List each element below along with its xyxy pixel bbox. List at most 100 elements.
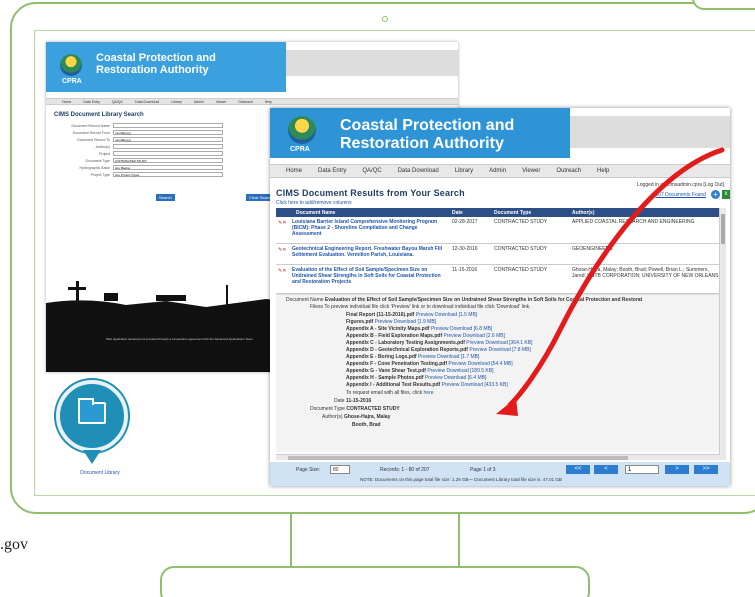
row-action-icons[interactable]: ✎✕ — [278, 247, 286, 253]
preview-link[interactable]: Preview — [448, 361, 466, 367]
row-date: 12-30-2016 — [452, 246, 478, 252]
download-link[interactable]: Download — [468, 361, 490, 367]
preview-link[interactable]: Preview — [425, 375, 443, 381]
page-size-select[interactable]: 80 — [330, 465, 350, 474]
download-link[interactable]: Download — [435, 312, 457, 318]
document-name-link[interactable]: Louisiana Barrier Island Comprehensive M… — [292, 219, 448, 237]
detail-date: 11-15-2016 — [345, 398, 372, 404]
row-action-icons[interactable]: ✎✕ — [278, 268, 286, 274]
nav-data-entry[interactable]: Data Entry — [83, 100, 100, 104]
field-authors: Author(s) — [54, 144, 223, 149]
scroll-thumb[interactable] — [288, 456, 628, 460]
prev-page-button[interactable]: < — [594, 465, 618, 474]
request-all-link[interactable]: here — [424, 390, 434, 396]
file-row: Appendix A - Site Vicinity Maps.pdf Prev… — [346, 326, 492, 332]
col-authors[interactable]: Author(s) — [572, 210, 595, 216]
records-text: Records: 1 - 80 of 207 — [380, 467, 430, 473]
row-action-icons[interactable]: ✎✕ — [278, 220, 286, 226]
nav-data-download[interactable]: Data Download — [135, 100, 159, 104]
download-link[interactable]: Download — [461, 382, 483, 388]
field-basin: Hydrographic Basin ALL Basins — [54, 165, 223, 170]
nav-qaqc[interactable]: QA/QC — [112, 100, 123, 104]
nav-data-download[interactable]: Data Download — [398, 168, 439, 174]
next-page-button[interactable]: > — [665, 465, 689, 474]
download-link[interactable]: Download — [485, 340, 507, 346]
preview-link[interactable]: Preview — [375, 319, 393, 325]
nav-admin[interactable]: Admin — [489, 168, 506, 174]
download-link[interactable]: Download — [447, 368, 469, 374]
preview-link[interactable]: Preview — [442, 382, 460, 388]
basin-select[interactable]: ALL Basins — [113, 165, 223, 170]
nav-home[interactable]: Home — [286, 168, 302, 174]
download-link[interactable]: Download — [463, 333, 485, 339]
project-type-select[interactable]: ALL Project Types — [113, 172, 223, 177]
preview-link[interactable]: Preview — [416, 312, 434, 318]
excel-export-icon[interactable]: x — [722, 190, 730, 199]
preview-link[interactable]: Preview — [418, 354, 436, 360]
search-button[interactable]: Search — [156, 194, 175, 201]
nav-outreach[interactable]: Outreach — [556, 168, 581, 174]
col-document-name[interactable]: Document Name — [296, 210, 335, 216]
download-link[interactable]: Download — [489, 347, 511, 353]
documents-found-link[interactable]: 207 Documents Found — [655, 192, 706, 198]
last-page-button[interactable]: >> — [694, 465, 718, 474]
field-record-from: Document Record From mm/dd/yyyy — [54, 130, 223, 135]
row-authors: GEOENGINEERS — [572, 246, 613, 252]
add-remove-columns-link[interactable]: Click here to add/remove columns — [276, 200, 352, 206]
document-type-select[interactable]: CONTRACTED STUDY — [113, 158, 223, 163]
nav-outreach[interactable]: Outreach — [238, 100, 252, 104]
download-link[interactable]: Download — [437, 354, 459, 360]
nav-data-entry[interactable]: Data Entry — [318, 168, 346, 174]
file-row: Appendix F - Cone Penetration Testing.pd… — [346, 361, 513, 367]
nav-viewer[interactable]: Viewer — [216, 100, 227, 104]
nav-admin[interactable]: Admin — [194, 100, 204, 104]
header-title-line1: Coastal Protection and — [96, 52, 216, 64]
first-page-button[interactable]: << — [566, 465, 590, 474]
logged-in-text[interactable]: Logged in as cimsadmin.cpra [Log Out] — [637, 182, 724, 188]
preview-link[interactable]: Preview — [444, 333, 462, 339]
detail-author: Ghose-Hajra, Malay — [343, 414, 391, 420]
download-link[interactable]: Download — [394, 319, 416, 325]
download-link[interactable]: Download — [444, 375, 466, 381]
download-link[interactable]: Download — [450, 326, 472, 332]
record-from-input[interactable]: mm/dd/yyyy — [113, 130, 223, 135]
nav-library[interactable]: Library — [171, 100, 182, 104]
nav-viewer[interactable]: Viewer — [522, 168, 540, 174]
file-name: Final Report (11-15-2016).pdf — [346, 312, 415, 318]
document-library-label[interactable]: Document Library — [60, 470, 140, 476]
document-name-link[interactable]: Geotechnical Engineering Report. Freshwa… — [292, 246, 448, 258]
project-input[interactable] — [113, 151, 223, 156]
authors-input[interactable] — [113, 144, 223, 149]
preview-link[interactable]: Preview — [427, 368, 445, 374]
col-date[interactable]: Date — [452, 210, 463, 216]
preview-link[interactable]: Preview — [431, 326, 449, 332]
nav-home[interactable]: Home — [62, 100, 71, 104]
horizontal-scrollbar[interactable] — [276, 454, 720, 460]
footer-credit: Web application development provided thr… — [106, 337, 253, 341]
nav-library[interactable]: Library — [455, 168, 473, 174]
file-name: Appendix H - Sample Photos.pdf — [346, 375, 424, 381]
add-icon[interactable]: + — [711, 190, 720, 199]
file-name: Appendix E - Boring Logs.pdf — [346, 354, 417, 360]
file-row: Appendix I - Additional Test Results.pdf… — [346, 382, 508, 388]
col-document-type[interactable]: Document Type — [494, 210, 531, 216]
nav-qaqc[interactable]: QA/QC — [362, 168, 381, 174]
nav-help[interactable]: Help — [265, 100, 272, 104]
record-name-input[interactable] — [113, 123, 223, 128]
preview-link[interactable]: Preview — [466, 340, 484, 346]
vertical-scrollbar[interactable] — [719, 208, 726, 460]
nav-help[interactable]: Help — [597, 168, 609, 174]
row-type: CONTRACTED STUDY — [494, 246, 548, 252]
file-row: Appendix B - Field Exploration Maps.pdf … — [346, 333, 505, 339]
document-results-window: CPRA Coastal Protection and Restoration … — [270, 108, 730, 486]
folder-icon — [78, 398, 106, 424]
table-row: ✎✕ Evaluation of the Effect of Soil Samp… — [276, 266, 720, 294]
preview-link[interactable]: Preview — [469, 347, 487, 353]
file-row: Appendix C - Laboratory Testing Assignme… — [346, 340, 532, 346]
page-number-input[interactable]: 1 — [625, 465, 659, 474]
document-name-link[interactable]: Evaluation of the Effect of Soil Sample/… — [292, 267, 448, 285]
record-to-input[interactable]: mm/dd/yyyy — [113, 137, 223, 142]
files-hint: To preview individual file click 'Previe… — [324, 304, 531, 310]
field-label: Hydrographic Basin — [79, 165, 110, 170]
scroll-thumb[interactable] — [721, 214, 725, 244]
